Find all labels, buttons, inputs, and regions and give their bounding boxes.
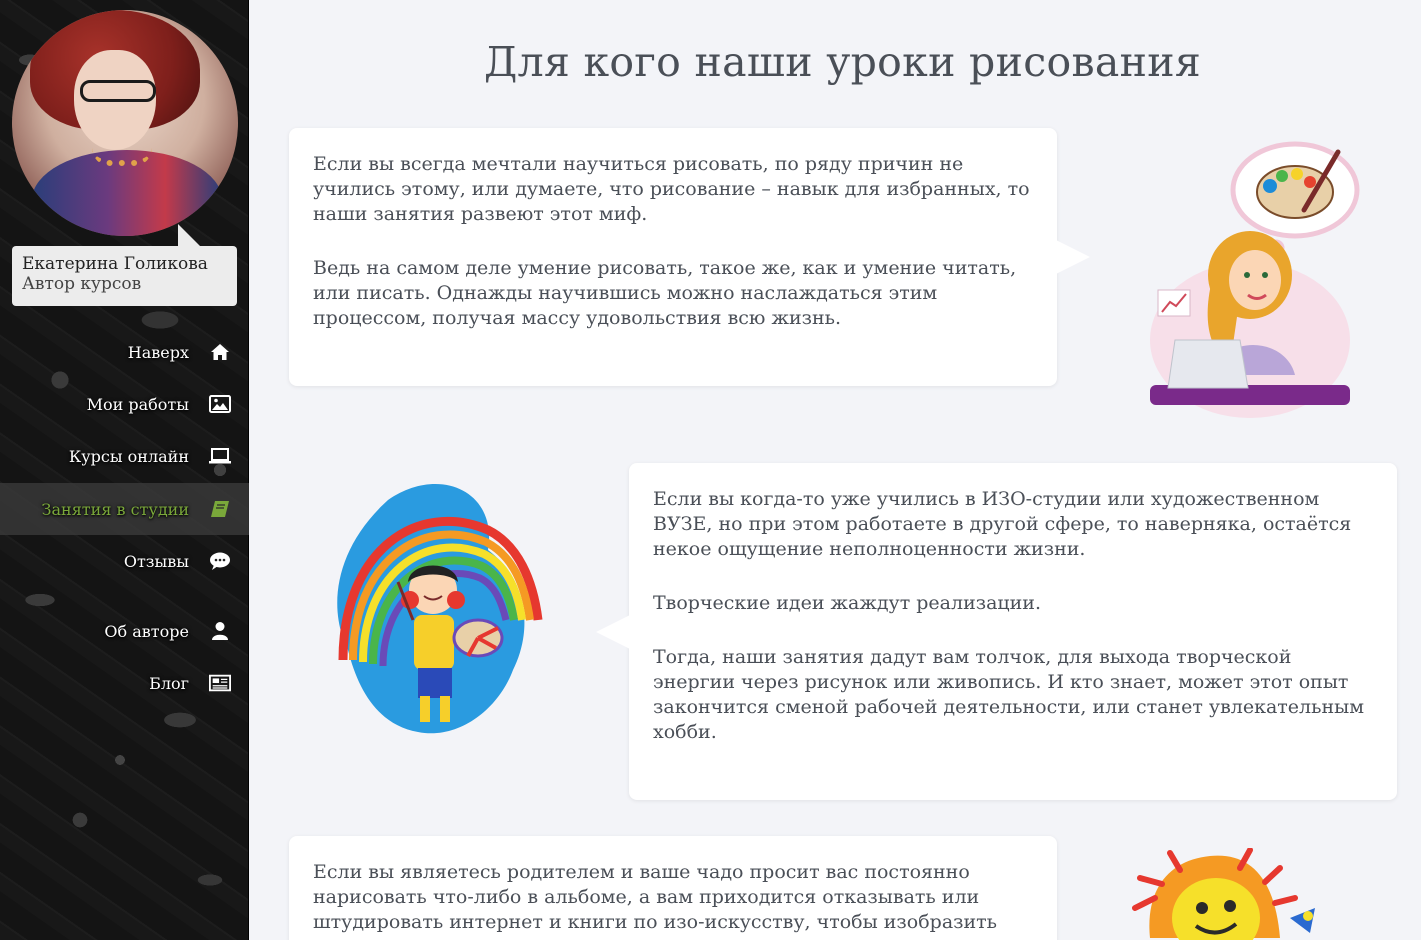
page-title: Для кого наши уроки рисования	[483, 38, 1202, 86]
author-name: Екатерина Голикова	[22, 254, 208, 274]
card-paragraph: Тогда, наши занятия дадут вам толчок, дл…	[653, 646, 1365, 743]
nav-item-label: Блог	[149, 673, 189, 693]
girl-laptop-illustration	[1120, 140, 1370, 425]
laptop-icon	[209, 445, 231, 467]
author-card: Екатерина Голикова Автор курсов	[12, 224, 237, 306]
info-card: Если вы всегда мечтали научиться рисоват…	[289, 128, 1090, 386]
nav-item-about-author[interactable]: Об авторе	[0, 605, 249, 657]
nav-item-studio-classes[interactable]: Занятия в студии	[0, 483, 249, 535]
sun-illustration	[1130, 847, 1340, 940]
user-icon	[209, 620, 231, 642]
nav-item-reviews[interactable]: Отзывы	[0, 535, 249, 587]
nav-item-label: Наверх	[127, 342, 189, 362]
author-avatar	[12, 10, 238, 236]
newspaper-icon	[209, 672, 231, 694]
comment-icon	[209, 550, 231, 572]
nav-item-label: Отзывы	[123, 551, 189, 571]
nav-item-blog[interactable]: Блог	[0, 657, 249, 709]
image-icon	[209, 393, 231, 415]
sidebar: Екатерина Голикова Автор курсов Наверх М…	[0, 0, 249, 940]
nav-item-label: Об авторе	[104, 621, 189, 641]
book-icon	[209, 498, 231, 520]
card-paragraph: Если вы всегда мечтали научиться рисоват…	[313, 153, 1030, 225]
card-paragraph: Если вы когда-то уже учились в ИЗО-студи…	[653, 488, 1352, 560]
child-rainbow-illustration	[318, 470, 548, 755]
info-card: Если вы когда-то уже учились в ИЗО-студи…	[596, 463, 1397, 800]
card-paragraph: Творческие идеи жаждут реализации.	[653, 592, 1042, 614]
card-paragraph: Если вы являетесь родителем и ваше чадо …	[313, 861, 998, 933]
info-card: Если вы являетесь родителем и ваше чадо …	[289, 836, 1057, 940]
home-icon	[209, 341, 231, 363]
card-paragraph: Ведь на самом деле умение рисовать, тако…	[313, 257, 1017, 329]
nav-item-top[interactable]: Наверх	[0, 326, 249, 378]
nav-item-label: Курсы онлайн	[68, 446, 189, 466]
nav-item-online-courses[interactable]: Курсы онлайн	[0, 430, 249, 482]
author-role: Автор курсов	[22, 274, 142, 294]
nav-item-label: Занятия в студии	[41, 499, 189, 519]
nav-item-label: Мои работы	[86, 394, 189, 414]
nav-item-my-works[interactable]: Мои работы	[0, 378, 249, 430]
